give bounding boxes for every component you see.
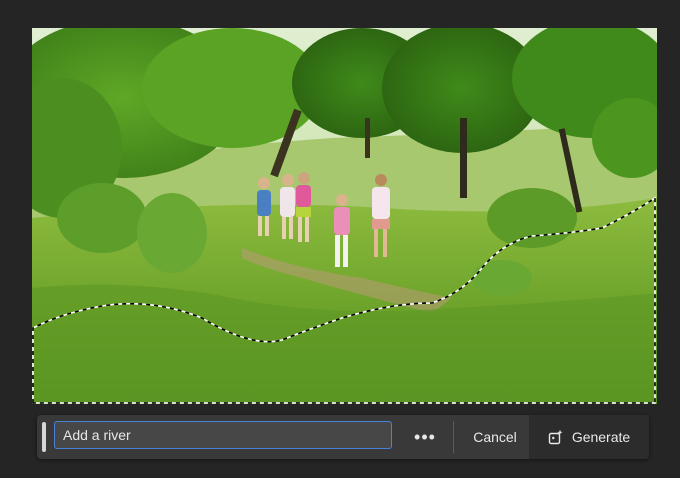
photo-image [32, 28, 657, 404]
prompt-input[interactable] [54, 421, 392, 449]
generative-fill-icon [548, 429, 564, 445]
generate-button[interactable]: Generate [529, 415, 649, 459]
drag-handle[interactable] [42, 422, 46, 452]
canvas-area: ••• Cancel Generate [0, 0, 680, 478]
divider [453, 421, 454, 453]
generate-label: Generate [571, 429, 631, 445]
document-photo[interactable] [32, 28, 657, 404]
more-options-button[interactable]: ••• [407, 422, 443, 452]
cancel-button[interactable]: Cancel [461, 415, 529, 459]
cancel-label: Cancel [473, 429, 517, 445]
more-options-icon: ••• [414, 426, 436, 447]
contextual-task-bar: ••• Cancel Generate [37, 415, 649, 459]
